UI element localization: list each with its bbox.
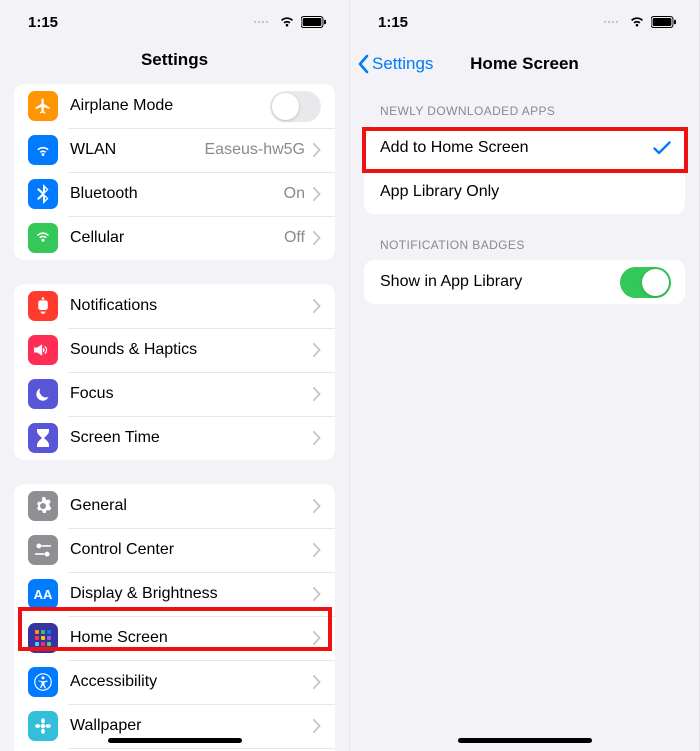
- row-label: Sounds & Haptics: [70, 341, 313, 359]
- row-accessibility[interactable]: Accessibility: [14, 660, 335, 704]
- group-notification-badges: Show in App Library: [364, 260, 685, 304]
- wifi-icon: [629, 16, 645, 28]
- row-label: General: [70, 497, 313, 515]
- section-header: NEWLY DOWNLOADED APPS: [350, 104, 699, 126]
- flower-icon: [28, 711, 58, 741]
- section-header: NOTIFICATION BADGES: [350, 238, 699, 260]
- wifi-icon: [279, 16, 295, 28]
- status-icons: [603, 16, 677, 28]
- bell-icon: [28, 291, 58, 321]
- row-home-screen[interactable]: Home Screen: [14, 616, 335, 660]
- chevron-right-icon: [313, 587, 321, 601]
- back-label: Settings: [372, 54, 433, 74]
- row-label: Display & Brightness: [70, 585, 313, 603]
- row-label: Control Center: [70, 541, 313, 559]
- group-newly-downloaded: Add to Home Screen App Library Only: [364, 126, 685, 214]
- hourglass-icon: [28, 423, 58, 453]
- status-time: 1:15: [28, 14, 58, 31]
- row-label: Show in App Library: [380, 273, 620, 291]
- row-label: Home Screen: [70, 629, 313, 647]
- page-header: Settings: [0, 44, 349, 84]
- status-icons: [253, 16, 327, 28]
- chevron-right-icon: [313, 231, 321, 245]
- aa-icon: AA: [28, 579, 58, 609]
- settings-group-connectivity: Airplane Mode WLAN Easeus-hw5G Bluetooth…: [14, 84, 335, 260]
- row-wlan[interactable]: WLAN Easeus-hw5G: [14, 128, 335, 172]
- chevron-left-icon: [356, 54, 370, 74]
- cellular-icon: [28, 223, 58, 253]
- row-label: Screen Time: [70, 429, 313, 447]
- settings-group-notifications: Notifications Sounds & Haptics Focus: [14, 284, 335, 460]
- grid-icon: [28, 623, 58, 653]
- status-bar: 1:15: [350, 0, 699, 44]
- bluetooth-icon: [28, 179, 58, 209]
- row-general[interactable]: General: [14, 484, 335, 528]
- cellular-dots-icon: [253, 17, 273, 27]
- show-in-app-library-toggle[interactable]: [620, 267, 671, 298]
- home-screen-settings-screen: 1:15 Settings Home Screen NEWLY DOWNLOAD…: [350, 0, 700, 751]
- row-value: Easeus-hw5G: [205, 141, 306, 159]
- row-add-to-home-screen[interactable]: Add to Home Screen: [364, 126, 685, 170]
- status-time: 1:15: [378, 14, 408, 31]
- chevron-right-icon: [313, 499, 321, 513]
- speaker-icon: [28, 335, 58, 365]
- settings-screen: 1:15 Settings Airplane Mode WLAN: [0, 0, 350, 751]
- chevron-right-icon: [313, 343, 321, 357]
- cellular-dots-icon: [603, 17, 623, 27]
- row-label: Cellular: [70, 229, 284, 247]
- row-app-library-only[interactable]: App Library Only: [364, 170, 685, 214]
- chevron-right-icon: [313, 631, 321, 645]
- page-title: Settings: [0, 50, 349, 70]
- status-bar: 1:15: [0, 0, 349, 44]
- row-focus[interactable]: Focus: [14, 372, 335, 416]
- chevron-right-icon: [313, 543, 321, 557]
- wifi-icon: [28, 135, 58, 165]
- battery-icon: [651, 16, 677, 28]
- chevron-right-icon: [313, 299, 321, 313]
- nav-header: Settings Home Screen: [350, 44, 699, 88]
- chevron-right-icon: [313, 143, 321, 157]
- chevron-right-icon: [313, 719, 321, 733]
- row-label: WLAN: [70, 141, 205, 159]
- settings-group-general: General Control Center AA Display & Brig…: [14, 484, 335, 751]
- chevron-right-icon: [313, 387, 321, 401]
- moon-icon: [28, 379, 58, 409]
- row-show-in-app-library[interactable]: Show in App Library: [364, 260, 685, 304]
- airplane-toggle[interactable]: [270, 91, 321, 122]
- row-label: Airplane Mode: [70, 97, 270, 115]
- chevron-right-icon: [313, 431, 321, 445]
- battery-icon: [301, 16, 327, 28]
- row-cellular[interactable]: Cellular Off: [14, 216, 335, 260]
- chevron-right-icon: [313, 675, 321, 689]
- row-label: Accessibility: [70, 673, 313, 691]
- row-value: Off: [284, 229, 305, 247]
- row-label: Focus: [70, 385, 313, 403]
- row-display-brightness[interactable]: AA Display & Brightness: [14, 572, 335, 616]
- row-bluetooth[interactable]: Bluetooth On: [14, 172, 335, 216]
- chevron-right-icon: [313, 187, 321, 201]
- back-button[interactable]: Settings: [356, 54, 433, 74]
- section-newly-downloaded: NEWLY DOWNLOADED APPS Add to Home Screen…: [350, 104, 699, 214]
- row-label: App Library Only: [380, 183, 671, 201]
- gear-icon: [28, 491, 58, 521]
- sliders-icon: [28, 535, 58, 565]
- row-airplane-mode[interactable]: Airplane Mode: [14, 84, 335, 128]
- row-label: Bluetooth: [70, 185, 284, 203]
- row-notifications[interactable]: Notifications: [14, 284, 335, 328]
- section-notification-badges: NOTIFICATION BADGES Show in App Library: [350, 238, 699, 304]
- row-sounds[interactable]: Sounds & Haptics: [14, 328, 335, 372]
- row-control-center[interactable]: Control Center: [14, 528, 335, 572]
- row-label: Add to Home Screen: [380, 139, 653, 157]
- row-label: Notifications: [70, 297, 313, 315]
- row-value: On: [284, 185, 305, 203]
- home-indicator: [108, 738, 242, 743]
- checkmark-icon: [653, 140, 671, 156]
- home-indicator: [458, 738, 592, 743]
- airplane-icon: [28, 91, 58, 121]
- row-label: Wallpaper: [70, 717, 313, 735]
- person-icon: [28, 667, 58, 697]
- row-screen-time[interactable]: Screen Time: [14, 416, 335, 460]
